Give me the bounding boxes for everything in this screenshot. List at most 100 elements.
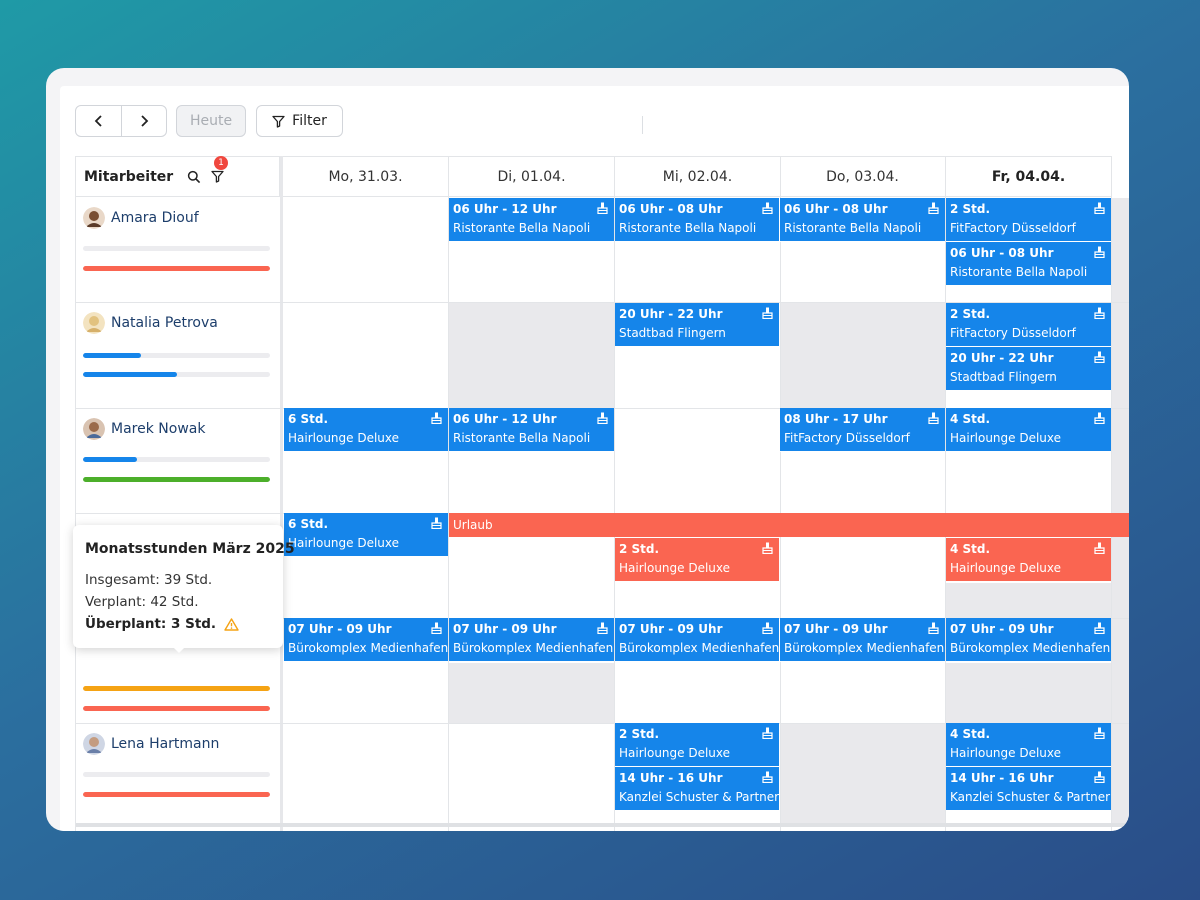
next-week-button[interactable]	[121, 106, 166, 136]
shift-card[interactable]: 14 Uhr - 16 Uhr Kanzlei Schuster & Partne…	[615, 767, 779, 811]
avatar	[83, 312, 105, 334]
shift-card[interactable]: 06 Uhr - 12 Uhr Ristorante Bella Napoli	[449, 408, 614, 452]
employee-row[interactable]: Natalia Petrova	[75, 303, 280, 408]
shift-location: Ristorante Bella Napoli	[784, 221, 922, 235]
cleaning-icon	[1094, 351, 1105, 363]
shift-card[interactable]: 14 Uhr - 16 Uhr Kanzlei Schuster & Partne…	[946, 767, 1111, 811]
shift-card[interactable]: 6 Std. Hairlounge Deluxe	[284, 408, 448, 452]
schedule-grid: Mitarbeiter 1 Mo, 31.03. Di, 01.04. Mi, …	[75, 156, 1129, 831]
cleaning-icon	[1094, 412, 1105, 424]
cleaning-icon	[1094, 622, 1105, 634]
shift-location: Hairlounge Deluxe	[950, 561, 1062, 575]
cleaning-icon	[597, 202, 608, 214]
search-employee-button[interactable]	[187, 170, 201, 184]
monthly-hours-bar	[83, 266, 270, 271]
planned-hours-bar	[83, 686, 270, 691]
today-button[interactable]: Heute	[176, 105, 246, 137]
employee-row[interactable]: Marek Nowak	[75, 409, 280, 513]
employee-name: Amara Diouf	[111, 210, 199, 226]
shift-time: 06 Uhr - 12 Uhr	[453, 412, 557, 426]
filter-label: Filter	[292, 113, 327, 129]
shift-card[interactable]: 06 Uhr - 12 Uhr Ristorante Bella Napoli	[449, 198, 614, 242]
shift-location: Ristorante Bella Napoli	[453, 431, 591, 445]
shift-location: Bürokomplex Medienhafen	[453, 641, 614, 655]
employee-row[interactable]: Lena Hartmann	[75, 724, 280, 823]
shift-card[interactable]: 07 Uhr - 09 Uhr Bürokomplex Medienhafen	[449, 618, 614, 662]
shift-card[interactable]: 4 Std. Hairlounge Deluxe	[946, 408, 1111, 452]
shift-location: FitFactory Düsseldorf	[950, 326, 1076, 340]
shift-time: 07 Uhr - 09 Uhr	[453, 622, 557, 636]
filter-button[interactable]: Filter	[256, 105, 343, 137]
shift-card[interactable]: 07 Uhr - 09 Uhr Bürokomplex Medienhafen	[780, 618, 945, 662]
vacation-bar[interactable]: Urlaub	[449, 513, 1129, 537]
unavailable-cell	[780, 723, 945, 823]
shift-card[interactable]: 2 Std. Hairlounge Deluxe	[615, 723, 779, 767]
day-header-monday: Mo, 31.03.	[283, 156, 448, 197]
cleaning-icon	[597, 622, 608, 634]
employee-name: Lena Hartmann	[111, 736, 220, 752]
shift-card[interactable]: 06 Uhr - 08 Uhr Ristorante Bella Napoli	[780, 198, 945, 242]
cleaning-icon	[762, 307, 773, 319]
cleaning-icon	[1094, 727, 1105, 739]
employee-name: Marek Nowak	[111, 421, 206, 437]
shift-card[interactable]: 2 Std. Hairlounge Deluxe	[615, 538, 779, 582]
scheduler-app: Heute Filter Mitarbeiter 1 Mo, 31.03. Di…	[60, 86, 1129, 831]
column-divider	[280, 156, 283, 831]
unavailable-cell	[449, 663, 614, 723]
shift-card[interactable]: 2 Std. FitFactory Düsseldorf	[946, 198, 1111, 242]
shift-card[interactable]: 2 Std. FitFactory Düsseldorf	[946, 303, 1111, 347]
shift-time: 08 Uhr - 17 Uhr	[784, 412, 888, 426]
shift-location: Ristorante Bella Napoli	[453, 221, 591, 235]
shift-time: 20 Uhr - 22 Uhr	[619, 307, 723, 321]
chevron-left-icon	[94, 115, 102, 127]
shift-card[interactable]: 06 Uhr - 08 Uhr Ristorante Bella Napoli	[615, 198, 779, 242]
planned-hours-bar	[83, 246, 270, 251]
day-header-tuesday: Di, 01.04.	[449, 156, 614, 197]
toolbar-divider	[642, 116, 643, 134]
avatar	[83, 733, 105, 755]
shift-card[interactable]: 20 Uhr - 22 Uhr Stadtbad Flingern	[615, 303, 779, 347]
shift-card[interactable]: 08 Uhr - 17 Uhr FitFactory Düsseldorf	[780, 408, 945, 452]
shift-location: Kanzlei Schuster & Partner	[950, 790, 1111, 804]
cleaning-icon	[1094, 246, 1105, 258]
tooltip-planned: Verplant: 42 Std.	[85, 594, 199, 610]
shift-card[interactable]: 4 Std. Hairlounge Deluxe	[946, 723, 1111, 767]
unavailable-cell	[1111, 198, 1129, 823]
shift-location: Hairlounge Deluxe	[619, 746, 731, 760]
cleaning-icon	[431, 412, 442, 424]
shift-time: 2 Std.	[619, 542, 660, 556]
cleaning-icon	[762, 771, 773, 783]
shift-time: 4 Std.	[950, 542, 991, 556]
shift-time: 06 Uhr - 08 Uhr	[950, 246, 1054, 260]
filter-employee-button[interactable]	[211, 170, 224, 183]
shift-location: Bürokomplex Medienhafen	[784, 641, 945, 655]
shift-time: 06 Uhr - 08 Uhr	[784, 202, 888, 216]
shift-time: 07 Uhr - 09 Uhr	[784, 622, 888, 636]
shift-time: 07 Uhr - 09 Uhr	[950, 622, 1054, 636]
shift-card[interactable]: 4 Std. Hairlounge Deluxe	[946, 538, 1111, 582]
day-header-wednesday: Mi, 02.04.	[615, 156, 780, 197]
shift-card[interactable]: 6 Std. Hairlounge Deluxe	[284, 513, 448, 557]
shift-location: Bürokomplex Medienhafen	[288, 641, 449, 655]
day-header-thursday: Do, 03.04.	[780, 156, 945, 197]
shift-time: 4 Std.	[950, 727, 991, 741]
shift-card[interactable]: 07 Uhr - 09 Uhr Bürokomplex Medienhafen	[615, 618, 779, 662]
employee-column-title: Mitarbeiter	[84, 168, 174, 185]
chevron-right-icon	[141, 115, 149, 127]
shift-location: FitFactory Düsseldorf	[784, 431, 910, 445]
previous-week-button[interactable]	[76, 106, 121, 136]
shift-location: Stadtbad Flingern	[950, 370, 1057, 384]
shift-location: Bürokomplex Medienhafen	[619, 641, 780, 655]
monthly-hours-bar	[83, 372, 270, 377]
filter-icon	[272, 115, 285, 128]
day-header-friday: Fr, 04.04.	[946, 156, 1111, 197]
shift-time: 2 Std.	[950, 307, 991, 321]
shift-card[interactable]: 07 Uhr - 09 Uhr Bürokomplex Medienhafen	[284, 618, 448, 662]
shift-time: 06 Uhr - 08 Uhr	[619, 202, 723, 216]
shift-card[interactable]: 06 Uhr - 08 Uhr Ristorante Bella Napoli	[946, 242, 1111, 286]
shift-card[interactable]: 20 Uhr - 22 Uhr Stadtbad Flingern	[946, 347, 1111, 391]
shift-card[interactable]: 07 Uhr - 09 Uhr Bürokomplex Medienhafen	[946, 618, 1111, 662]
planned-hours-bar	[83, 457, 270, 462]
monthly-hours-bar	[83, 792, 270, 797]
employee-row[interactable]: Amara Diouf	[75, 198, 280, 302]
